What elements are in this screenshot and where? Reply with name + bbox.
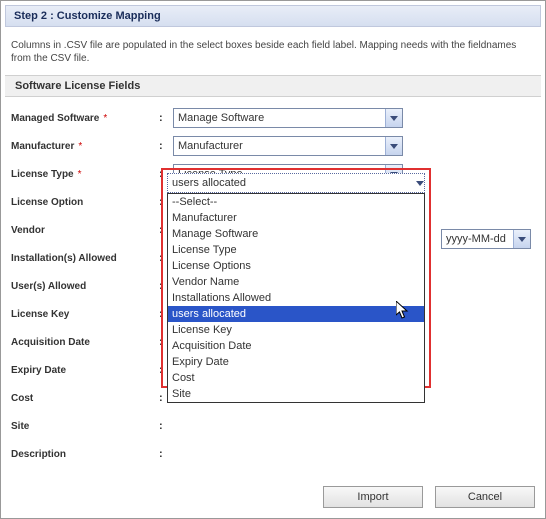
mapping-select[interactable]: Manage Software — [173, 108, 403, 128]
dropdown-option[interactable]: Manufacturer — [168, 210, 424, 226]
dropdown-option[interactable]: Expiry Date — [168, 354, 424, 370]
field-label: License Key — [11, 309, 159, 320]
colon: : — [159, 140, 173, 152]
date-format-value: yyyy-MM-dd — [446, 233, 506, 245]
field-label: Acquisition Date — [11, 337, 159, 348]
dropdown-options-list[interactable]: --Select--ManufacturerManage SoftwareLic… — [167, 193, 425, 403]
field-label: Installation(s) Allowed — [11, 253, 159, 264]
import-button[interactable]: Import — [323, 486, 423, 508]
step-header: Step 2 : Customize Mapping — [5, 5, 541, 27]
field-label: User(s) Allowed — [11, 281, 159, 292]
colon: : — [159, 448, 173, 460]
form-row: Managed Software*: Manage Software — [11, 107, 535, 129]
form-row: Description: — [11, 443, 535, 465]
dropdown-option[interactable]: users allocated — [168, 306, 424, 322]
instructions-text: Columns in .CSV file are populated in th… — [1, 31, 545, 71]
field-label: Manufacturer* — [11, 141, 159, 152]
required-mark: * — [103, 113, 107, 124]
required-mark: * — [78, 141, 82, 152]
dropdown-option[interactable]: Site — [168, 386, 424, 402]
chevron-down-icon[interactable] — [385, 109, 402, 127]
field-label: License Type* — [11, 169, 159, 180]
chevron-down-icon[interactable] — [416, 177, 424, 189]
dropdown-option[interactable]: License Key — [168, 322, 424, 338]
dropdown-option[interactable]: License Type — [168, 242, 424, 258]
form-row: Manufacturer*: Manufacturer — [11, 135, 535, 157]
colon: : — [159, 112, 173, 124]
form-row: Site: — [11, 415, 535, 437]
field-label: Cost — [11, 393, 159, 404]
field-label: Managed Software* — [11, 113, 159, 124]
mapping-select-value: Manage Software — [178, 112, 264, 124]
dropdown-option[interactable]: Vendor Name — [168, 274, 424, 290]
chevron-down-icon[interactable] — [513, 230, 530, 248]
field-label: Vendor — [11, 225, 159, 236]
users-allowed-select-value: users allocated — [172, 177, 246, 189]
field-label: Site — [11, 421, 159, 432]
mapping-select-value: Manufacturer — [178, 140, 243, 152]
dropdown-option[interactable]: --Select-- — [168, 194, 424, 210]
mapping-select[interactable]: Manufacturer — [173, 136, 403, 156]
field-label: License Option — [11, 197, 159, 208]
cancel-button[interactable]: Cancel — [435, 486, 535, 508]
field-label: Expiry Date — [11, 365, 159, 376]
required-mark: * — [78, 169, 82, 180]
dropdown-option[interactable]: Installations Allowed — [168, 290, 424, 306]
dropdown-option[interactable]: Manage Software — [168, 226, 424, 242]
chevron-down-icon[interactable] — [385, 137, 402, 155]
users-allowed-select-box[interactable]: users allocated — [167, 173, 425, 193]
dropdown-option[interactable]: Cost — [168, 370, 424, 386]
section-header: Software License Fields — [5, 75, 541, 97]
dropdown-option[interactable]: License Options — [168, 258, 424, 274]
colon: : — [159, 420, 173, 432]
dropdown-option[interactable]: Acquisition Date — [168, 338, 424, 354]
users-allowed-open-dropdown[interactable]: users allocated --Select--ManufacturerMa… — [167, 173, 425, 403]
date-format-select[interactable]: yyyy-MM-dd — [441, 229, 531, 249]
button-bar: Import Cancel — [323, 486, 535, 508]
field-label: Description — [11, 449, 159, 460]
